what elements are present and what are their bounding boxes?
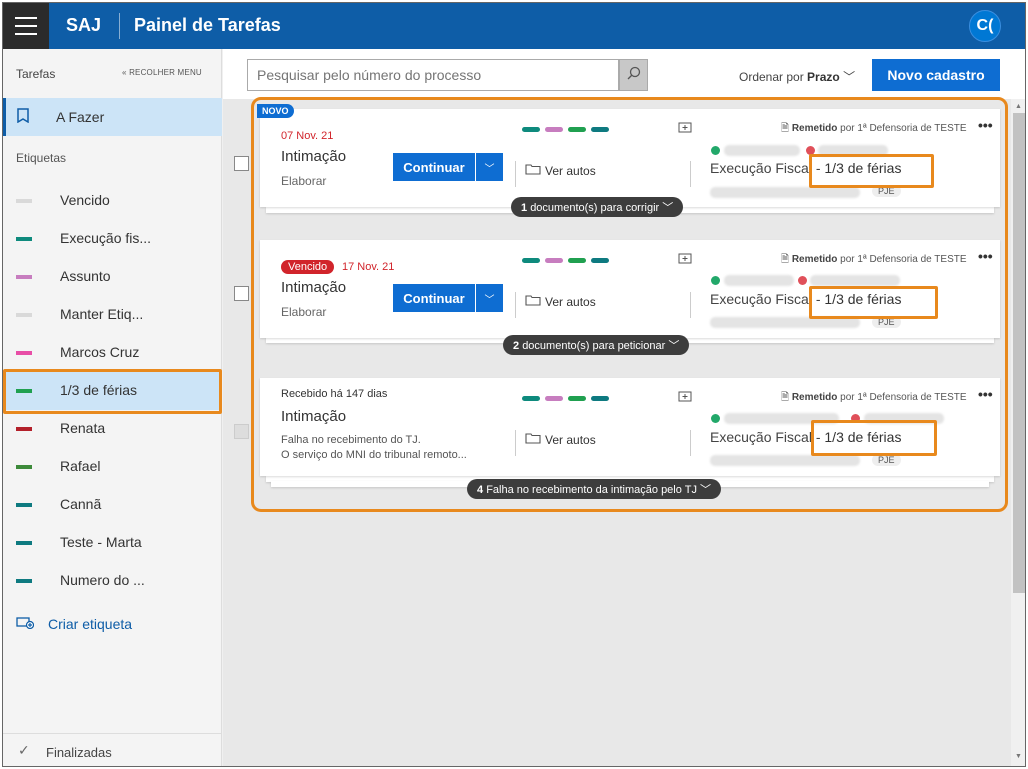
tag-color-icon xyxy=(16,199,32,203)
scrollbar-thumb[interactable] xyxy=(1013,113,1025,593)
sidebar-tag-label: Cannã xyxy=(60,496,102,512)
sidebar-tag-label: Renata xyxy=(60,420,106,436)
sidebar-tag-execucao[interactable]: Execução fis... xyxy=(3,220,222,258)
search-button[interactable] xyxy=(619,59,648,91)
bookmark-icon xyxy=(17,108,29,127)
highlight-annotation xyxy=(809,286,938,319)
sidebar-tag-label: Execução fis... xyxy=(60,230,152,246)
sidebar-tag-label: Manter Etiq... xyxy=(60,306,144,322)
highlight-annotation xyxy=(811,420,937,456)
sidebar-tag-teste-marta[interactable]: Teste - Marta xyxy=(3,524,222,562)
sidebar-tag-assunto[interactable]: Assunto xyxy=(3,258,222,296)
sidebar-tag-vencido[interactable]: Vencido xyxy=(3,182,222,220)
search-icon xyxy=(627,66,641,85)
sidebar-tag-canna[interactable]: Cannã xyxy=(3,486,222,524)
tag-color-icon xyxy=(16,237,32,241)
hamburger-icon xyxy=(15,14,37,38)
user-avatar[interactable]: C( xyxy=(969,10,1001,42)
menu-button[interactable] xyxy=(3,3,49,49)
collapse-menu-button[interactable]: « RECOLHER MENU xyxy=(122,68,202,77)
tag-color-icon xyxy=(16,275,32,279)
sidebar-tag-label: Rafael xyxy=(60,458,101,474)
sidebar-tag-numero[interactable]: Numero do ... xyxy=(3,562,222,600)
create-tag-label: Criar etiqueta xyxy=(48,615,133,632)
sort-dropdown[interactable]: Ordenar por Prazo ﹀ xyxy=(739,68,855,85)
sidebar-section-labels: Etiquetas xyxy=(16,151,67,165)
row-checkbox[interactable] xyxy=(234,156,249,171)
sidebar-tag-label: Teste - Marta xyxy=(60,534,142,550)
vertical-scrollbar[interactable]: ▲ ▼ xyxy=(1011,99,1025,766)
brand-logo[interactable]: SAJ xyxy=(66,15,101,36)
new-record-button[interactable]: Novo cadastro xyxy=(872,59,1000,91)
page-title: Painel de Tarefas xyxy=(134,15,281,35)
create-tag-link[interactable]: Criar etiqueta xyxy=(16,615,132,632)
tag-color-icon xyxy=(16,351,32,355)
sidebar-item-a-fazer[interactable]: A Fazer xyxy=(3,98,222,136)
row-checkbox[interactable] xyxy=(234,286,249,301)
search-box xyxy=(247,59,619,91)
sidebar-item-label: Finalizadas xyxy=(46,745,112,760)
tag-color-icon xyxy=(16,541,32,545)
sidebar-tag-rafael[interactable]: Rafael xyxy=(3,448,222,486)
sidebar-tag-manter[interactable]: Manter Etiq... xyxy=(3,296,222,334)
sort-value: Prazo xyxy=(807,70,840,84)
sidebar-section-tasks: Tarefas xyxy=(16,67,56,81)
tag-color-icon xyxy=(16,465,32,469)
sidebar-item-finalizadas[interactable]: ✓ Finalizadas xyxy=(3,733,222,766)
scroll-up-icon[interactable]: ▲ xyxy=(1015,103,1022,110)
tag-color-icon xyxy=(16,579,32,583)
add-tag-icon xyxy=(16,615,35,632)
sidebar-item-label: A Fazer xyxy=(56,109,105,125)
sort-label: Ordenar por xyxy=(739,70,804,84)
sidebar-tag-label: Marcos Cruz xyxy=(60,344,140,360)
header-divider xyxy=(119,13,120,39)
app-header: SAJ Painel de Tarefas C( xyxy=(3,3,1025,49)
search-input[interactable] xyxy=(248,60,608,90)
highlight-annotation xyxy=(3,369,222,414)
tag-color-icon xyxy=(16,427,32,431)
tag-color-icon xyxy=(16,313,32,317)
tag-color-icon xyxy=(16,503,32,507)
chevron-down-icon: ﹀ xyxy=(843,70,856,84)
scroll-down-icon[interactable]: ▼ xyxy=(1015,753,1022,760)
highlight-annotation xyxy=(809,154,934,188)
sidebar-tag-label: Assunto xyxy=(60,268,111,284)
sidebar-tag-label: Vencido xyxy=(60,192,110,208)
checkmark-icon: ✓ xyxy=(18,742,30,758)
sidebar-tag-renata[interactable]: Renata xyxy=(3,410,222,448)
app-window: SAJ Painel de Tarefas C( Tarefas « RECOL… xyxy=(2,2,1026,767)
row-checkbox[interactable] xyxy=(234,424,249,439)
sidebar-tag-label: Numero do ... xyxy=(60,572,145,588)
sidebar-tag-marcos-cruz[interactable]: Marcos Cruz xyxy=(3,334,222,372)
toolbar: Ordenar por Prazo ﹀ Novo cadastro xyxy=(223,49,1025,99)
